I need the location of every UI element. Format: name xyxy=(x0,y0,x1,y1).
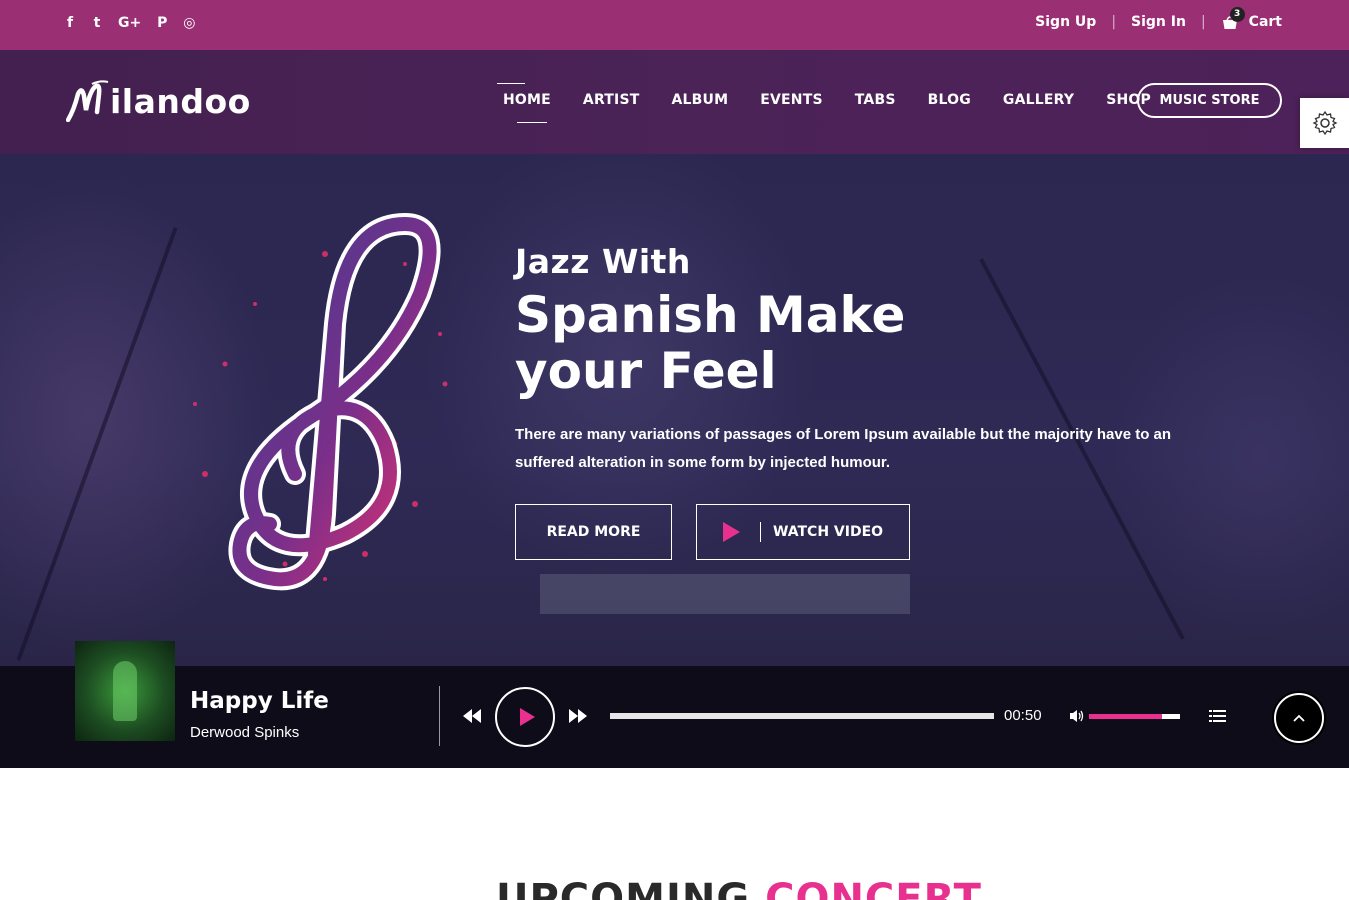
audio-player: Happy Life Derwood Spinks 00:50 xyxy=(0,641,1349,768)
chevron-up-icon xyxy=(1293,714,1305,722)
hero-buttons: READ MORE WATCH VIDEO xyxy=(515,504,910,560)
volume-fill xyxy=(1089,714,1162,719)
fast-forward-icon[interactable] xyxy=(568,708,588,724)
play-icon xyxy=(519,708,535,726)
volume-icon[interactable] xyxy=(1069,709,1085,723)
hero-subtitle: Jazz With xyxy=(515,242,691,281)
top-bar: f t G+ P ◎ Sign Up | Sign In | 3 Cart xyxy=(0,0,1349,50)
twitter-icon[interactable]: t xyxy=(91,15,103,31)
nav-item-tabs[interactable]: TABS xyxy=(855,92,896,108)
sign-in-link[interactable]: Sign In xyxy=(1131,14,1186,30)
section-title-dark: UPCOMING xyxy=(496,876,751,900)
hero-content: Jazz With Spanish Make your Feel There a… xyxy=(515,242,1195,477)
treble-clef-graphic xyxy=(193,213,448,591)
play-icon xyxy=(722,522,740,542)
facebook-icon[interactable]: f xyxy=(64,15,76,31)
album-artwork xyxy=(75,641,175,741)
hero-banner: Jazz With Spanish Make your Feel There a… xyxy=(0,154,1349,666)
hero-title: Spanish Make your Feel xyxy=(515,286,906,400)
volume-slider[interactable] xyxy=(1089,714,1180,719)
nav-item-home[interactable]: HOME xyxy=(497,83,551,123)
rewind-icon[interactable] xyxy=(462,708,482,724)
site-logo[interactable]: ilandoo xyxy=(66,80,251,122)
progress-bar[interactable] xyxy=(610,713,994,719)
nav-item-album[interactable]: ALBUM xyxy=(672,92,729,108)
instagram-icon[interactable]: ◎ xyxy=(183,15,195,31)
nav-item-artist[interactable]: ARTIST xyxy=(583,92,640,108)
track-artist: Derwood Spinks xyxy=(190,724,300,741)
watch-video-label: WATCH VIDEO xyxy=(772,524,884,540)
divider: | xyxy=(1200,14,1206,30)
cart-label: Cart xyxy=(1248,14,1282,30)
divider xyxy=(759,522,761,542)
watch-video-button[interactable]: WATCH VIDEO xyxy=(696,504,910,560)
social-links: f t G+ P ◎ xyxy=(64,15,196,31)
cart-count-badge: 3 xyxy=(1229,7,1245,22)
cart-link[interactable]: 3 Cart xyxy=(1221,7,1282,30)
nav-item-events[interactable]: EVENTS xyxy=(760,92,823,108)
current-time: 00:50 xyxy=(1004,707,1042,724)
hero-description: There are many variations of passages of… xyxy=(515,426,1172,471)
scroll-to-top-button[interactable] xyxy=(1274,693,1324,743)
nav-item-gallery[interactable]: GALLERY xyxy=(1003,92,1074,108)
main-header: ilandoo HOME ARTIST ALBUM EVENTS TABS BL… xyxy=(0,50,1349,154)
mic-stand xyxy=(16,227,178,661)
sign-up-link[interactable]: Sign Up xyxy=(1035,14,1096,30)
settings-toggle[interactable] xyxy=(1300,98,1349,148)
playlist-icon[interactable] xyxy=(1209,709,1226,723)
logo-m-icon xyxy=(66,80,109,122)
divider: | xyxy=(1111,14,1117,30)
section-title-accent: CONCERT xyxy=(765,876,982,900)
gear-icon xyxy=(1312,110,1337,136)
shopping-bag-icon: 3 xyxy=(1221,7,1245,30)
section-title: UPCOMING CONCERT xyxy=(496,876,982,900)
track-title: Happy Life xyxy=(190,688,329,714)
play-button[interactable] xyxy=(495,687,555,747)
pinterest-icon[interactable]: P xyxy=(156,15,168,31)
divider xyxy=(439,686,440,746)
nav-item-blog[interactable]: BLOG xyxy=(928,92,971,108)
logo-text: ilandoo xyxy=(110,81,251,121)
keyboard-instrument xyxy=(540,574,910,614)
main-nav: HOME ARTIST ALBUM EVENTS TABS BLOG GALLE… xyxy=(497,83,1183,123)
account-links: Sign Up | Sign In | 3 Cart xyxy=(1035,7,1282,30)
read-more-button[interactable]: READ MORE xyxy=(515,504,672,560)
music-store-button[interactable]: MUSIC STORE xyxy=(1137,83,1282,118)
google-plus-icon[interactable]: G+ xyxy=(118,15,141,31)
